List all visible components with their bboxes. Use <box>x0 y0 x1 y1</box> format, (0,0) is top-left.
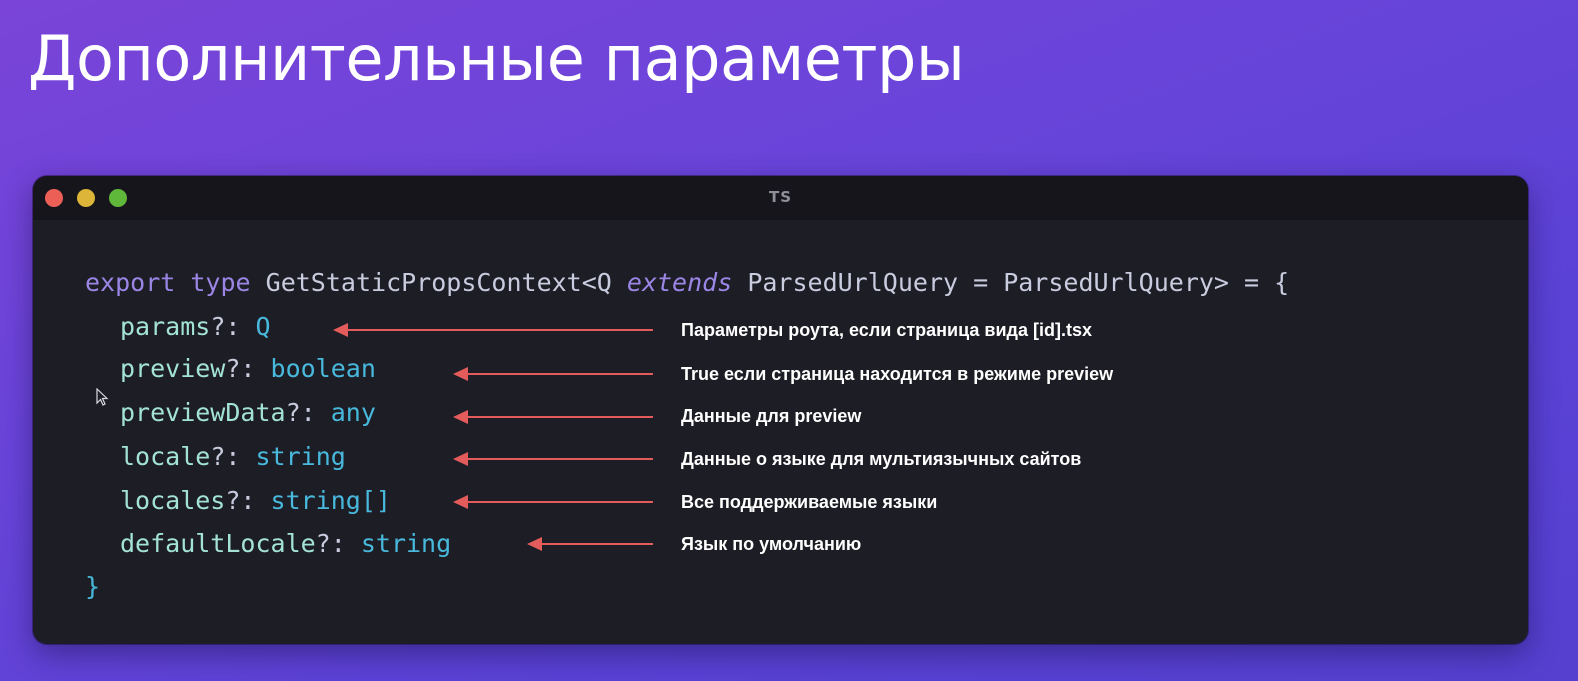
prop-name: previewData <box>120 398 286 427</box>
note-locales: Все поддерживаемые языки <box>681 492 938 512</box>
mouse-pointer-icon <box>96 388 109 406</box>
optional-marker: ?: <box>210 442 241 471</box>
code-closing-brace: } <box>85 572 101 601</box>
note-defaultlocale: Язык по умолчанию <box>681 534 862 554</box>
code-line-params: params?: Q <box>120 312 271 342</box>
arrow-locales <box>453 495 653 509</box>
note-preview: True если страница находится в режиме pr… <box>681 364 1114 384</box>
optional-marker: ?: <box>225 354 256 383</box>
type-name: GetStaticPropsContext<Q <box>265 268 612 297</box>
code-line-locale: locale?: string <box>120 442 346 472</box>
prop-type: string <box>360 529 452 558</box>
arrow-params <box>333 323 653 337</box>
type-default: ParsedUrlQuery = ParsedUrlQuery> = { <box>747 268 1290 297</box>
code-line-type-declaration: export type GetStaticPropsContext<Q exte… <box>85 268 1289 298</box>
note-locale: Данные о языке для мультиязычных сайтов <box>681 449 1082 469</box>
window-titlebar: TS <box>33 176 1528 220</box>
prop-name: locale <box>120 442 211 471</box>
optional-marker: ?: <box>315 529 346 558</box>
slide-title: Дополнительные параметры <box>28 22 965 95</box>
code-line-preview: preview?: boolean <box>120 354 376 384</box>
window-title: TS <box>768 188 793 206</box>
note-previewdata: Данные для preview <box>681 406 862 426</box>
note-params: Параметры роута, если страница вида [id]… <box>681 320 1092 340</box>
keyword-type: type <box>190 268 251 297</box>
arrow-preview <box>453 367 653 381</box>
code-window: TS export type GetStaticPropsContext<Q e… <box>33 176 1528 644</box>
arrow-previewdata <box>453 410 653 424</box>
arrow-defaultlocale <box>527 537 653 551</box>
code-line-locales: locales?: string[] <box>120 486 391 516</box>
prop-type: boolean <box>270 354 376 383</box>
keyword-extends: extends <box>626 268 733 297</box>
prop-name: locales <box>120 486 226 515</box>
code-line-previewdata: previewData?: any <box>120 398 376 428</box>
prop-type: string <box>255 442 346 471</box>
prop-type: any <box>330 398 376 427</box>
prop-name: params <box>120 312 211 341</box>
prop-type: Q <box>255 312 271 341</box>
optional-marker: ?: <box>210 312 241 341</box>
optional-marker: ?: <box>225 486 256 515</box>
arrow-locale <box>453 452 653 466</box>
prop-type: string[] <box>270 486 391 515</box>
prop-name: preview <box>120 354 226 383</box>
keyword-export: export <box>85 268 176 297</box>
prop-name: defaultLocale <box>120 529 316 558</box>
optional-marker: ?: <box>285 398 316 427</box>
code-line-defaultlocale: defaultLocale?: string <box>120 529 451 559</box>
